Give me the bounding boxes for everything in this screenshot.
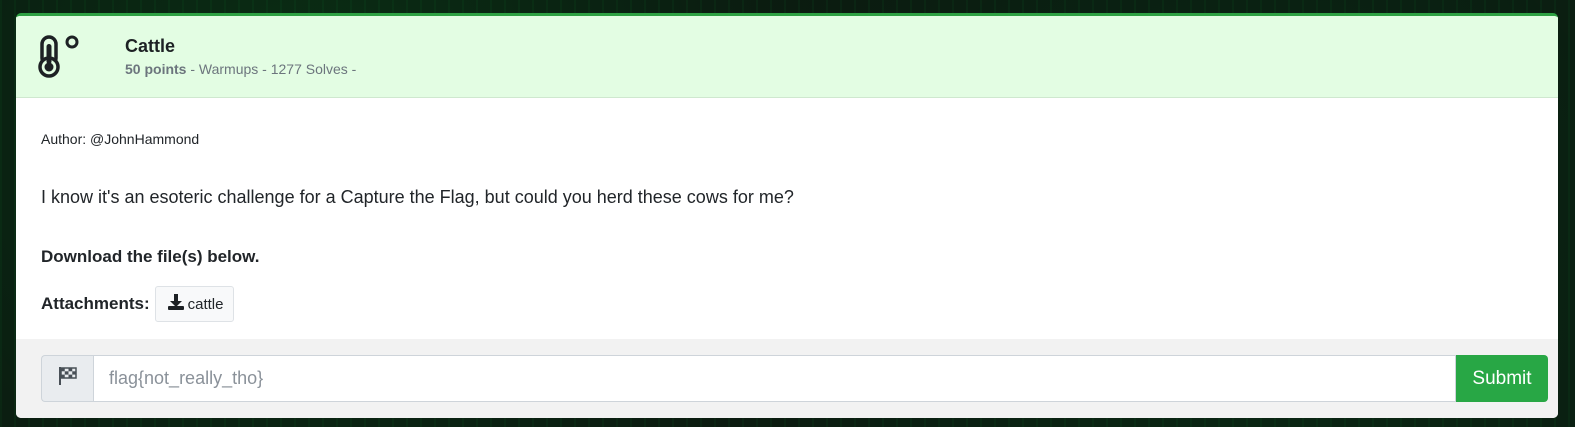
submit-button[interactable]: Submit [1456, 355, 1548, 402]
attachment-file-name: cattle [187, 295, 224, 313]
attachments-row: Attachments: cattle [41, 286, 1533, 322]
challenge-author: Author: @JohnHammond [41, 131, 200, 147]
challenge-category-solves: - Warmups - 1277 Solves - [186, 61, 357, 77]
checkered-flag-icon [57, 366, 79, 391]
flag-submit-form: Submit [16, 339, 1558, 418]
challenge-points: 50 points [125, 61, 187, 77]
challenge-body: Author: @JohnHammond I know it's an esot… [16, 130, 1558, 322]
attachments-label: Attachments: [41, 294, 150, 313]
challenge-description: I know it's an esoteric challenge for a … [41, 187, 794, 207]
challenge-title: Cattle [125, 36, 176, 56]
flag-input-prefix [41, 355, 93, 402]
download-icon [166, 292, 188, 316]
challenge-meta: 50 points - Warmups - 1277 Solves - [125, 60, 356, 78]
flag-input[interactable] [93, 355, 1456, 402]
challenge-card: Cattle 50 points - Warmups - 1277 Solves… [16, 13, 1558, 418]
thermometer-degree-icon [38, 34, 82, 78]
challenge-header: Cattle 50 points - Warmups - 1277 Solves… [16, 16, 1558, 98]
attachment-download-button[interactable]: cattle [154, 286, 235, 322]
download-note: Download the file(s) below. [41, 247, 260, 266]
title-block: Cattle 50 points - Warmups - 1277 Solves… [125, 35, 356, 78]
